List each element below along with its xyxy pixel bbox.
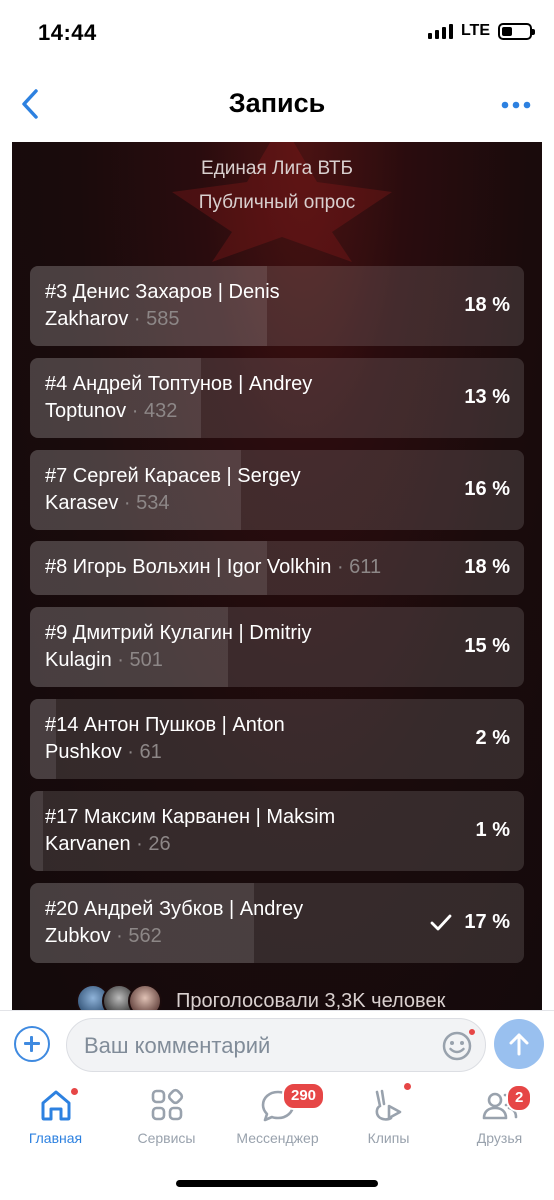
poll-option-label: #3 Денис Захаров | Denis Zakharov · 585	[45, 279, 434, 333]
option-percent: 18 %	[464, 556, 510, 578]
poll-option-label: #8 Игорь Вольхин | Igor Volkhin · 611	[45, 554, 434, 581]
comment-placeholder: Ваш комментарий	[84, 1033, 271, 1058]
status-indicators: LTE	[427, 22, 535, 40]
poll-option[interactable]: #14 Антон Пушков | Anton Pushkov · 61 2 %	[30, 699, 524, 779]
home-icon	[41, 1090, 70, 1121]
home-indicator	[176, 1180, 378, 1187]
poll-option-bar	[30, 791, 44, 871]
voters-count: Проголосовали 3,3K человек	[176, 989, 446, 1011]
poll-option[interactable]: #9 Дмитрий Кулагин | Dmitriy Kulagin · 50…	[30, 607, 524, 687]
option-vote-count: · 585	[128, 308, 180, 330]
poll-option[interactable]: #4 Андрей Топтунов | Andrey Toptunov · 43…	[30, 358, 524, 438]
poll-option-label: #17 Максим Карванен | Maksim Karvanen · 2…	[45, 804, 434, 858]
option-name: #7 Сергей Карасев | Sergey	[45, 465, 301, 487]
poll-option-label: #14 Антон Пушков | Anton Pushkov · 61	[45, 712, 434, 766]
option-vote-count: · 26	[130, 833, 171, 855]
option-percent: 13 %	[464, 386, 510, 408]
option-name: #4 Андрей Топтунов | Andrey	[45, 373, 313, 395]
option-vote-count: · 534	[118, 492, 170, 514]
tab-label: Мессенджер	[236, 1130, 319, 1146]
tab-label: Главная	[28, 1130, 83, 1146]
poll-option-label: #20 Андрей Зубков | Andrey Zubkov · 562	[45, 896, 434, 950]
tab-friends[interactable]: 2 Друзья	[444, 1080, 554, 1160]
poll-card: Единая Лига ВТБ Публичный опрос #3 Денис…	[12, 142, 542, 1010]
friends-badge: 2	[506, 1084, 533, 1112]
more-button[interactable]	[496, 90, 536, 120]
option-name-continued: Toptunov	[45, 400, 127, 422]
poll-option[interactable]: #8 Игорь Вольхин | Igor Volkhin · 611 18 …	[30, 541, 524, 595]
tab-messenger[interactable]: 290 Мессенджер	[222, 1080, 333, 1160]
arrow-up-icon	[509, 1033, 529, 1056]
poll-option-label: #9 Дмитрий Кулагин | Dmitriy Kulagin · 50…	[45, 620, 434, 674]
add-attachment-button[interactable]	[14, 1026, 50, 1062]
tab-bar: Главная Сервисы 290 Мессенджер Клипы 2 Д…	[0, 1080, 554, 1200]
clips-notification-dot	[403, 1082, 412, 1091]
page-title: Запись	[228, 88, 326, 118]
nav-bar: Запись	[0, 68, 554, 142]
avatar	[128, 984, 162, 1010]
poll-option[interactable]: #17 Максим Карванен | Maksim Karvanen · 2…	[30, 791, 524, 871]
ellipsis-icon	[501, 101, 531, 109]
signal-icon	[427, 23, 453, 39]
option-percent: 18 %	[464, 294, 510, 316]
battery-icon	[498, 22, 535, 40]
option-name-continued: Karasev	[45, 492, 119, 514]
option-percent: 16 %	[464, 478, 510, 500]
option-name-continued: Karvanen	[45, 833, 131, 855]
option-name: #20 Андрей Зубков | Andrey	[45, 898, 304, 920]
send-button[interactable]	[494, 1019, 544, 1069]
option-name: #3 Денис Захаров | Denis	[45, 281, 280, 303]
tab-home[interactable]: Главная	[0, 1080, 111, 1160]
option-name-continued: Zubkov	[45, 925, 111, 947]
network-label: LTE	[460, 22, 490, 39]
option-percent: 2 %	[475, 727, 510, 749]
option-vote-count: · 61	[121, 741, 162, 763]
emoji-notification-dot	[467, 1027, 477, 1037]
poll-title: Единая Лига ВТБ	[201, 158, 353, 179]
option-vote-count: · 432	[126, 400, 178, 422]
comment-input[interactable]: Ваш комментарий	[66, 1018, 486, 1072]
option-name: #8 Игорь Вольхин | Igor Volkhin	[45, 556, 332, 578]
poll-option[interactable]: #20 Андрей Зубков | Andrey Zubkov · 562 17…	[30, 883, 524, 963]
comment-bar: Ваш комментарий	[0, 1010, 554, 1080]
option-name-continued: Pushkov	[45, 741, 122, 763]
option-name: #17 Максим Карванен | Maksim	[45, 806, 336, 828]
messenger-badge: 290	[282, 1082, 326, 1110]
tab-label: Друзья	[476, 1130, 523, 1146]
option-percent: 17 %	[464, 911, 510, 933]
tab-services[interactable]: Сервисы	[111, 1080, 222, 1160]
status-bar: 14:44 LTE	[0, 0, 554, 68]
services-icon	[151, 1088, 183, 1121]
poll-option[interactable]: #3 Денис Захаров | Denis Zakharov · 585 18…	[30, 266, 524, 346]
poll-option[interactable]: #7 Сергей Карасев | Sergey Karasev · 534 1…	[30, 450, 524, 530]
option-name: #14 Антон Пушков | Anton	[45, 714, 285, 736]
option-percent: 1 %	[475, 819, 510, 841]
poll-option-label: #7 Сергей Карасев | Sergey Karasev · 534	[45, 463, 434, 517]
poll-subtitle: Публичный опрос	[198, 192, 356, 213]
option-name-continued: Kulagin	[45, 649, 112, 671]
checkmark-icon	[430, 914, 452, 931]
option-vote-count: · 501	[111, 649, 163, 671]
voters-summary[interactable]: Проголосовали 3,3K человек	[76, 984, 445, 1010]
status-time: 14:44	[38, 20, 97, 45]
option-name-continued: Zakharov	[45, 308, 129, 330]
clips-icon	[375, 1089, 401, 1121]
option-percent: 15 %	[464, 635, 510, 657]
tab-label: Сервисы	[137, 1130, 196, 1146]
home-notification-dot	[70, 1087, 79, 1096]
tab-clips[interactable]: Клипы	[333, 1080, 444, 1160]
option-vote-count: · 611	[331, 556, 382, 578]
option-name: #9 Дмитрий Кулагин | Dmitriy	[45, 622, 312, 644]
poll-option-label: #4 Андрей Топтунов | Andrey Toptunov · 43…	[45, 371, 434, 425]
tab-label: Клипы	[367, 1130, 410, 1146]
option-vote-count: · 562	[110, 925, 162, 947]
